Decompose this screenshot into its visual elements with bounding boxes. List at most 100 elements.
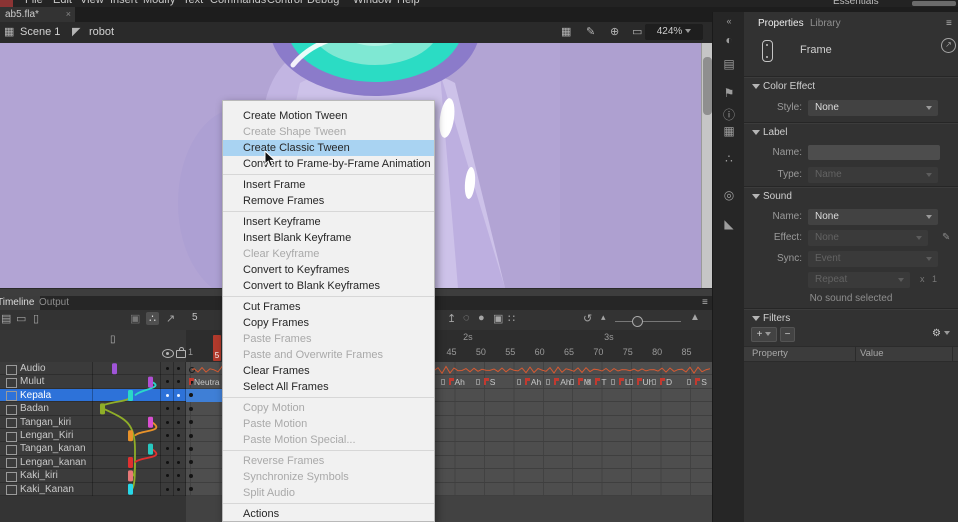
menu-item-convert-to-frame-by-frame-animation[interactable]: Convert to Frame-by-Frame Animation› [223,156,434,172]
collapse-triangle-icon[interactable] [752,316,760,321]
menu-control[interactable]: Control [267,0,302,6]
clip-content-icon[interactable]: ▭ [632,25,642,38]
menu-commands[interactable]: Commands [210,0,266,6]
layer-name[interactable]: Mulut [20,376,44,387]
layer-name[interactable]: Lengan_Kiri [20,430,73,441]
menu-item-convert-to-keyframes[interactable]: Convert to Keyframes [223,262,434,278]
keyframe-dot[interactable] [189,407,193,411]
tab-library[interactable]: Library [810,18,841,29]
dock-swatches-icon[interactable]: ▤ [713,57,745,71]
parent-handle-kepala[interactable] [128,390,133,401]
graph-editor-icon[interactable]: ↗ [166,312,175,325]
edit-sound-envelope-icon[interactable]: ✎ [942,232,950,243]
menu-item-create-shape-tween[interactable]: Create Shape Tween [223,124,434,140]
stage-zoom-select[interactable]: 424% [645,24,703,40]
app-logo[interactable] [0,0,13,7]
tab-output[interactable]: Output [33,296,75,310]
layer-name[interactable]: Lengan_kanan [20,457,86,468]
menu-item-synchronize-symbols[interactable]: Synchronize Symbols [223,469,434,485]
menu-item-paste-frames[interactable]: Paste Frames [223,331,434,347]
sound-name-select[interactable]: None [808,209,938,225]
menu-item-paste-and-overwrite-frames[interactable]: Paste and Overwrite Frames [223,347,434,363]
menu-item-paste-motion-special[interactable]: Paste Motion Special... [223,432,434,448]
panel-menu-icon[interactable]: ≡ [946,18,952,29]
breadcrumb-symbol[interactable]: robot [89,26,114,38]
menu-item-copy-frames[interactable]: Copy Frames [223,315,434,331]
new-folder-icon[interactable]: ▭ [16,312,26,325]
search-input[interactable] [912,1,956,6]
menu-text[interactable]: Text [183,0,203,6]
onion-outline-icon[interactable]: ● [478,312,485,324]
layer-name[interactable]: Kaki_kiri [20,470,58,481]
menu-view[interactable]: View [80,0,104,6]
menu-window[interactable]: Window [353,0,392,6]
dock-transform-icon[interactable]: ∴ [713,152,745,166]
eye-icon[interactable] [162,349,174,358]
keyframe-dot[interactable] [189,447,193,451]
layer-name[interactable]: Badan [20,403,49,414]
parent-handle-tangan-kiri[interactable] [148,417,153,428]
label-name-input[interactable] [808,145,940,160]
lock-icon[interactable] [176,350,186,358]
repeat-times-value[interactable]: 1 [932,274,937,284]
collapse-triangle-icon[interactable] [752,130,760,135]
no-autokey-icon[interactable]: ↗ [941,38,956,53]
collapse-triangle-icon[interactable] [752,194,760,199]
parent-handle-audio[interactable] [112,363,117,374]
menu-file[interactable]: File [25,0,43,6]
onion-range-icon[interactable]: ∷ [508,312,515,325]
menu-item-paste-motion[interactable]: Paste Motion [223,416,434,432]
sound-repeat-select[interactable]: Repeat [808,272,910,288]
menu-item-remove-frames[interactable]: Remove Frames [223,193,434,209]
document-tab[interactable]: ab5.fla* × [0,7,75,22]
keyframe-dot[interactable] [189,487,193,491]
keyframe-dot[interactable] [189,420,193,424]
center-frame-icon[interactable]: ⊕ [610,25,619,38]
timeline-zoom-slider[interactable] [615,321,681,322]
section-sound[interactable]: Sound [763,191,792,202]
sound-sync-select[interactable]: Event [808,251,938,267]
menu-item-split-audio[interactable]: Split Audio [223,485,434,501]
menu-insert[interactable]: Insert [110,0,138,6]
delete-layer-icon[interactable]: ▯ [33,312,39,325]
menu-item-insert-blank-keyframe[interactable]: Insert Blank Keyframe [223,230,434,246]
collapse-triangle-icon[interactable] [752,84,760,89]
dock-align-icon[interactable]: ▦ [713,124,745,138]
edit-scene-icon[interactable]: ▦ [561,25,571,38]
section-label[interactable]: Label [763,127,787,138]
dock-history-icon[interactable]: ◣ [713,217,745,231]
color-style-select[interactable]: None [808,100,938,116]
parent-handle-kaki-kiri[interactable] [128,470,133,481]
menu-modify[interactable]: Modify [143,0,175,6]
onion-skin-icon[interactable]: ◌ [463,312,470,324]
menu-item-create-classic-tween[interactable]: Create Classic Tween [223,140,434,156]
add-filter-button[interactable]: + [751,327,777,342]
loop-icon[interactable]: ↺ [583,312,592,325]
dock-cc-libraries-icon[interactable]: ◎ [713,188,745,202]
menu-item-cut-frames[interactable]: Cut Frames [223,299,434,315]
edit-symbol-icon[interactable]: ✎ [586,25,595,38]
menu-item-insert-frame[interactable]: Insert Frame [223,177,434,193]
workspace-switcher[interactable]: Essentials [833,0,879,7]
keyframe-dot[interactable] [189,474,193,478]
breadcrumb-scene[interactable]: Scene 1 [20,26,60,38]
section-color-effect[interactable]: Color Effect [763,81,815,92]
menu-debug[interactable]: Debug [307,0,339,6]
tab-properties[interactable]: Properties [758,18,804,29]
show-parenting-icon[interactable]: ∴ [146,312,159,325]
scrollbar-thumb[interactable] [703,57,712,115]
parent-handle-kaki-kanan[interactable] [128,484,133,495]
section-filters[interactable]: Filters [763,313,790,324]
dock-flag-icon[interactable]: ⚑ [713,86,745,100]
menu-item-copy-motion[interactable]: Copy Motion [223,400,434,416]
layer-name[interactable]: Audio [20,363,46,374]
menu-edit[interactable]: Edit [53,0,72,6]
layer-name[interactable]: Kepala [20,390,51,401]
menu-item-clear-keyframe[interactable]: Clear Keyframe [223,246,434,262]
parent-handle-lengan-kiri[interactable] [128,430,133,441]
dock-color-icon[interactable]: ◐ [713,33,745,47]
layer-name[interactable]: Tangan_kiri [20,417,71,428]
parent-handle-mulut[interactable] [148,377,153,388]
edit-multiple-frames-icon[interactable]: ▣ [493,312,503,325]
new-layer-icon[interactable]: ▤ [1,312,11,325]
